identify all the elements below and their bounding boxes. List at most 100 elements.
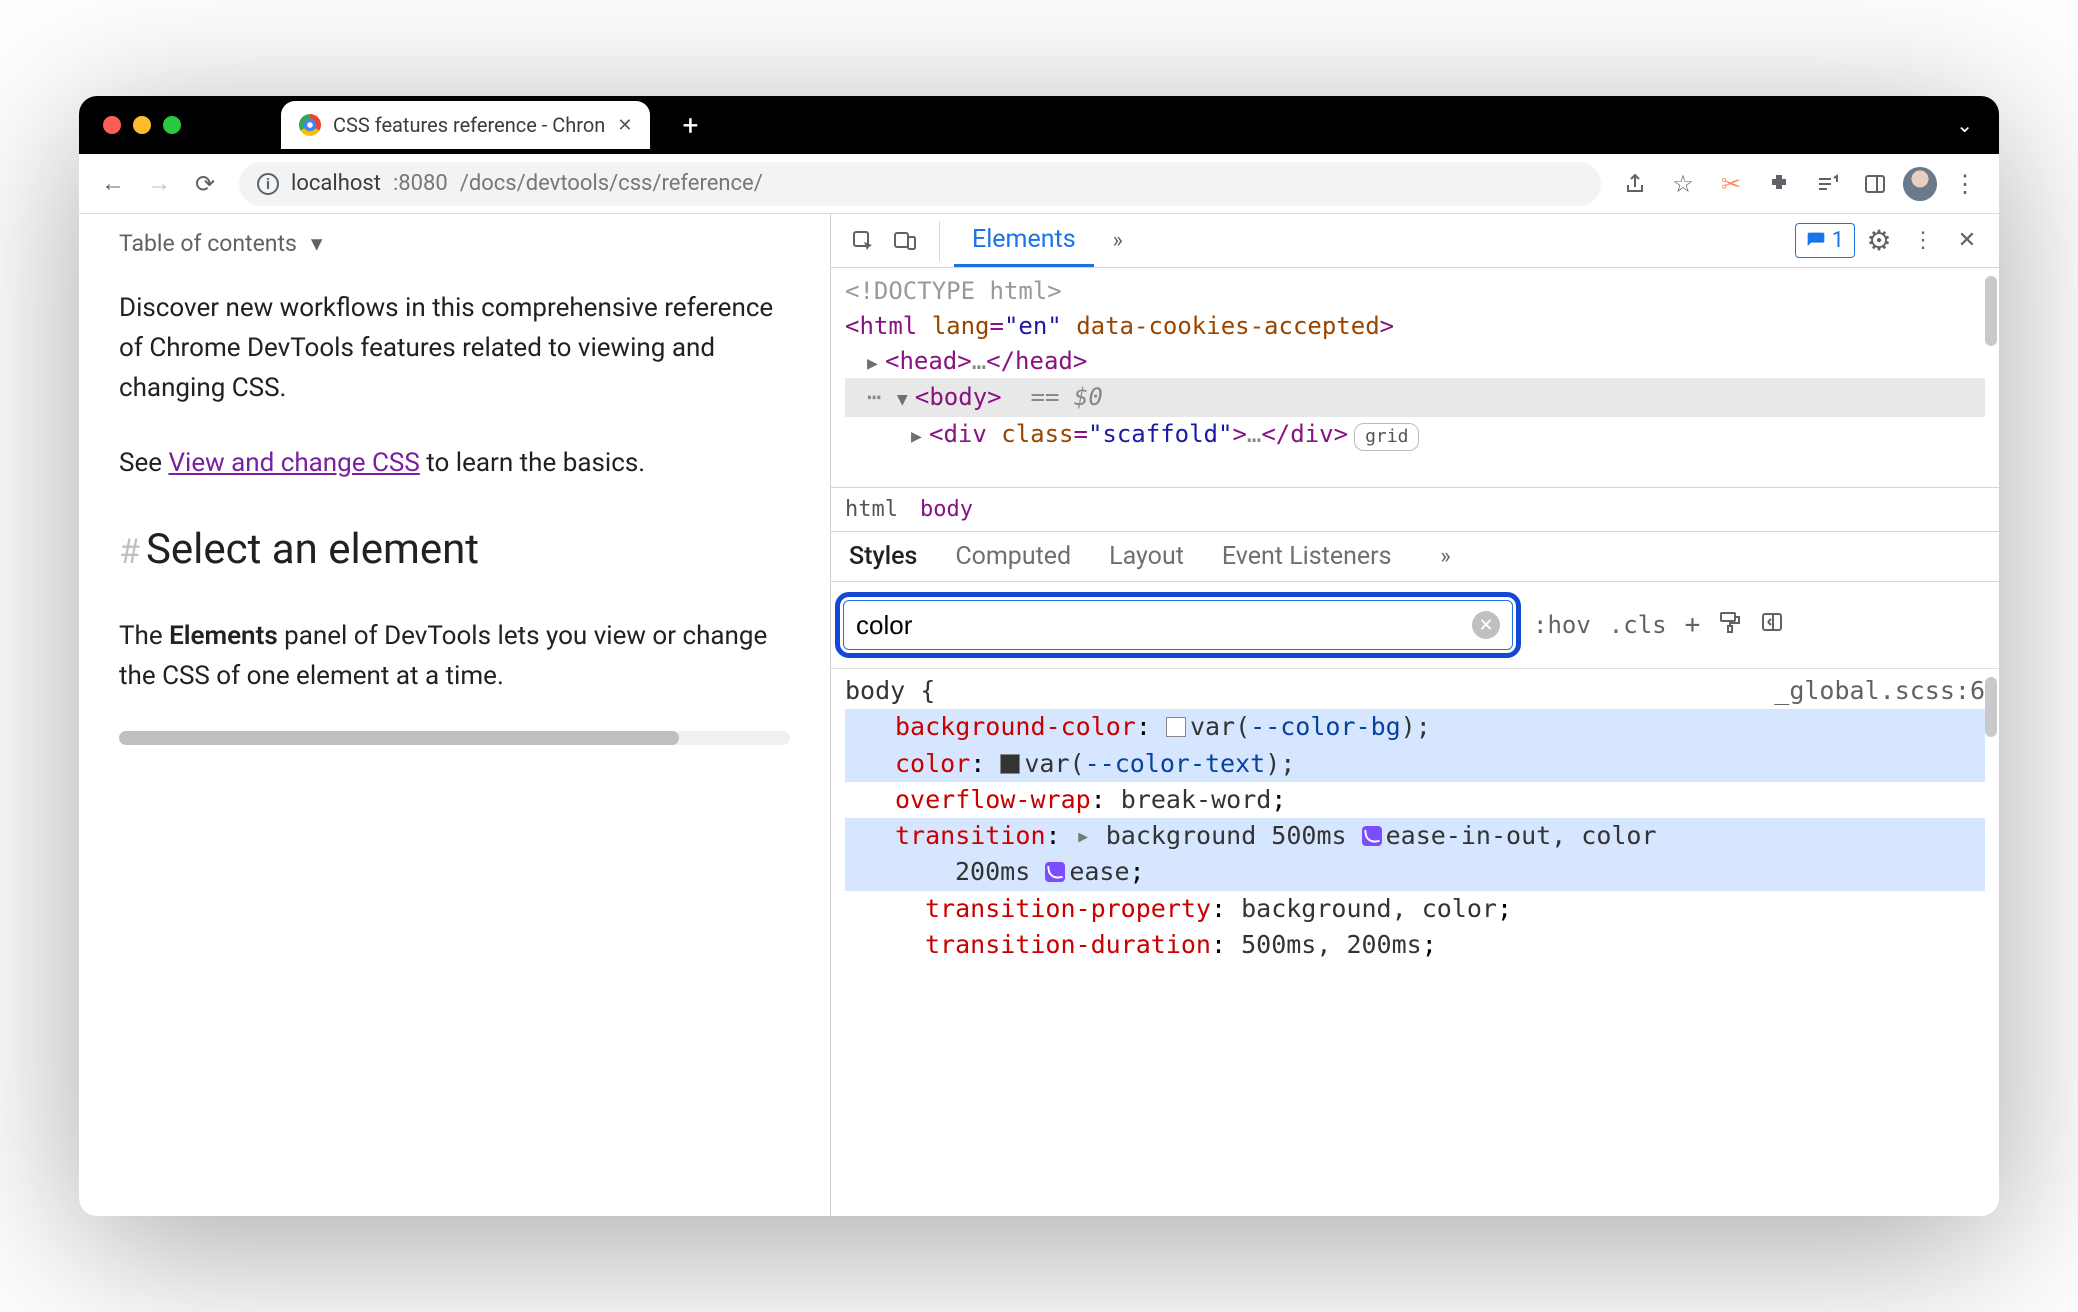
device-toggle-icon[interactable] — [885, 221, 925, 261]
devtools-menu-icon[interactable]: ⋮ — [1903, 221, 1943, 261]
devtools-panel: Elements » 1 ⚙ ⋮ ✕ <!DOCTYPE html> <html… — [831, 214, 1999, 1216]
decl-transition[interactable]: transition: ▸ background 500ms ease-in-o… — [845, 818, 1985, 854]
filter-highlight: ✕ — [835, 592, 1521, 658]
styles-tabs-overflow-icon[interactable]: » — [1426, 537, 1466, 577]
address-bar[interactable]: i localhost:8080/docs/devtools/css/refer… — [239, 162, 1601, 206]
devtools-tabbar: Elements » 1 ⚙ ⋮ ✕ — [831, 214, 1999, 268]
window-maximize-button[interactable] — [163, 116, 181, 134]
tab-computed[interactable]: Computed — [951, 532, 1075, 581]
toc-label: Table of contents — [119, 226, 297, 262]
color-swatch-icon[interactable] — [1166, 717, 1186, 737]
tab-title: CSS features reference - Chron — [333, 113, 605, 137]
styles-filter-box: ✕ — [843, 600, 1513, 650]
scissors-icon[interactable]: ✂ — [1711, 164, 1751, 204]
window-traffic-lights — [103, 116, 181, 134]
heading-anchor-icon[interactable]: # — [119, 532, 140, 572]
extensions-icon[interactable] — [1759, 164, 1799, 204]
decl-transition-property[interactable]: transition-property: background, color; — [845, 891, 1985, 927]
decl-color[interactable]: color: var(--color-text); — [845, 746, 1985, 782]
easing-icon[interactable] — [1362, 826, 1382, 846]
decl-overflow-wrap[interactable]: overflow-wrap: break-word; — [845, 782, 1985, 818]
overflow-icon: ⋯ — [867, 383, 882, 411]
clear-filter-icon[interactable]: ✕ — [1472, 611, 1500, 639]
see-text-b: to learn the basics. — [420, 448, 645, 478]
rule-header: body { _global.scss:6 — [845, 673, 1985, 709]
tab-close-icon[interactable]: ✕ — [617, 115, 632, 136]
dom-tree[interactable]: <!DOCTYPE html> <html lang="en" data-coo… — [831, 268, 1999, 488]
bookmark-icon[interactable]: ☆ — [1663, 164, 1703, 204]
browser-tab[interactable]: CSS features reference - Chron ✕ — [281, 101, 650, 149]
url-host: localhost — [291, 171, 381, 196]
p3-b: Elements — [169, 621, 278, 651]
window-titlebar: CSS features reference - Chron ✕ + ⌄ — [79, 96, 1999, 154]
tab-layout[interactable]: Layout — [1105, 532, 1188, 581]
decl-background-color[interactable]: background-color: var(--color-bg); — [845, 709, 1985, 745]
decl-transition-duration[interactable]: transition-duration: 500ms, 200ms; — [845, 927, 1985, 963]
hov-toggle[interactable]: :hov — [1533, 611, 1591, 639]
computed-sidebar-icon[interactable] — [1760, 610, 1784, 640]
window-minimize-button[interactable] — [133, 116, 151, 134]
paint-icon[interactable] — [1718, 610, 1742, 640]
dom-breadcrumbs: html body — [831, 488, 1999, 532]
inspect-element-icon[interactable] — [843, 221, 883, 261]
heading-text: Select an element — [146, 525, 479, 574]
horizontal-scrollbar[interactable] — [119, 731, 790, 745]
p3-a: The — [119, 621, 169, 651]
sidepanel-icon[interactable] — [1855, 164, 1895, 204]
new-tab-button[interactable]: + — [682, 109, 698, 142]
site-info-icon[interactable]: i — [257, 173, 279, 195]
issues-badge[interactable]: 1 — [1795, 223, 1855, 258]
decl-transition-cont[interactable]: 200ms ease; — [845, 854, 1985, 890]
window-close-button[interactable] — [103, 116, 121, 134]
media-icon[interactable] — [1807, 164, 1847, 204]
dom-scrollbar[interactable] — [1985, 276, 1997, 346]
rule-source-link[interactable]: _global.scss:6 — [1774, 673, 1985, 709]
dom-body-selected[interactable]: ⋯ ▼<body> == $0 — [845, 378, 1985, 417]
expand-icon[interactable]: ▶ — [911, 424, 929, 450]
toc-toggle[interactable]: Table of contents ▾ — [119, 214, 790, 288]
reload-button[interactable]: ⟳ — [185, 164, 225, 204]
select-element-heading: #Select an element — [119, 517, 790, 582]
share-icon[interactable] — [1615, 164, 1655, 204]
new-style-rule-icon[interactable]: + — [1685, 610, 1701, 640]
tabs-dropdown-icon[interactable]: ⌄ — [1956, 113, 1973, 137]
cls-toggle[interactable]: .cls — [1609, 611, 1667, 639]
tab-event-listeners[interactable]: Event Listeners — [1218, 532, 1396, 581]
grid-badge[interactable]: grid — [1354, 423, 1419, 451]
dom-html[interactable]: <html lang="en" data-cookies-accepted> — [845, 309, 1985, 344]
see-paragraph: See View and change CSS to learn the bas… — [119, 443, 790, 483]
tab-styles[interactable]: Styles — [845, 532, 921, 581]
styles-rules[interactable]: body { _global.scss:6 background-color: … — [831, 669, 1999, 1216]
dom-doctype[interactable]: <!DOCTYPE html> — [845, 274, 1985, 309]
rules-scrollbar[interactable] — [1985, 677, 1997, 737]
rendered-page: Table of contents ▾ Discover new workflo… — [79, 214, 831, 1216]
browser-window: CSS features reference - Chron ✕ + ⌄ ← →… — [79, 96, 1999, 1216]
collapse-icon[interactable]: ▼ — [897, 387, 915, 413]
crumb-html[interactable]: html — [845, 497, 898, 522]
styles-actions: :hov .cls + — [1533, 610, 1784, 640]
rule-selector[interactable]: body { — [845, 673, 935, 709]
view-change-css-link[interactable]: View and change CSS — [168, 448, 419, 478]
dom-head[interactable]: ▶<head>…</head> — [845, 344, 1985, 379]
easing-icon[interactable] — [1045, 862, 1065, 882]
expand-icon[interactable]: ▶ — [867, 351, 885, 377]
color-swatch-icon[interactable] — [1000, 754, 1020, 774]
issues-count: 1 — [1832, 228, 1844, 253]
dom-div-scaffold[interactable]: ▶<div class="scaffold">…</div>grid — [845, 417, 1985, 452]
see-text-a: See — [119, 448, 168, 478]
elements-paragraph: The Elements panel of DevTools lets you … — [119, 616, 790, 697]
tab-elements[interactable]: Elements — [954, 214, 1094, 267]
tabs-overflow-icon[interactable]: » — [1098, 221, 1138, 261]
back-button[interactable]: ← — [93, 164, 133, 204]
settings-icon[interactable]: ⚙ — [1859, 221, 1899, 261]
chrome-icon — [299, 114, 321, 136]
styles-filter-row: ✕ :hov .cls + — [831, 582, 1999, 669]
styles-filter-input[interactable] — [856, 610, 1472, 641]
url-port: :8080 — [393, 171, 448, 196]
browser-menu-icon[interactable]: ⋮ — [1945, 164, 1985, 204]
devtools-close-icon[interactable]: ✕ — [1947, 221, 1987, 261]
crumb-body[interactable]: body — [920, 497, 973, 522]
forward-button[interactable]: → — [139, 164, 179, 204]
chevron-down-icon: ▾ — [311, 226, 323, 262]
profile-avatar[interactable] — [1903, 167, 1937, 201]
